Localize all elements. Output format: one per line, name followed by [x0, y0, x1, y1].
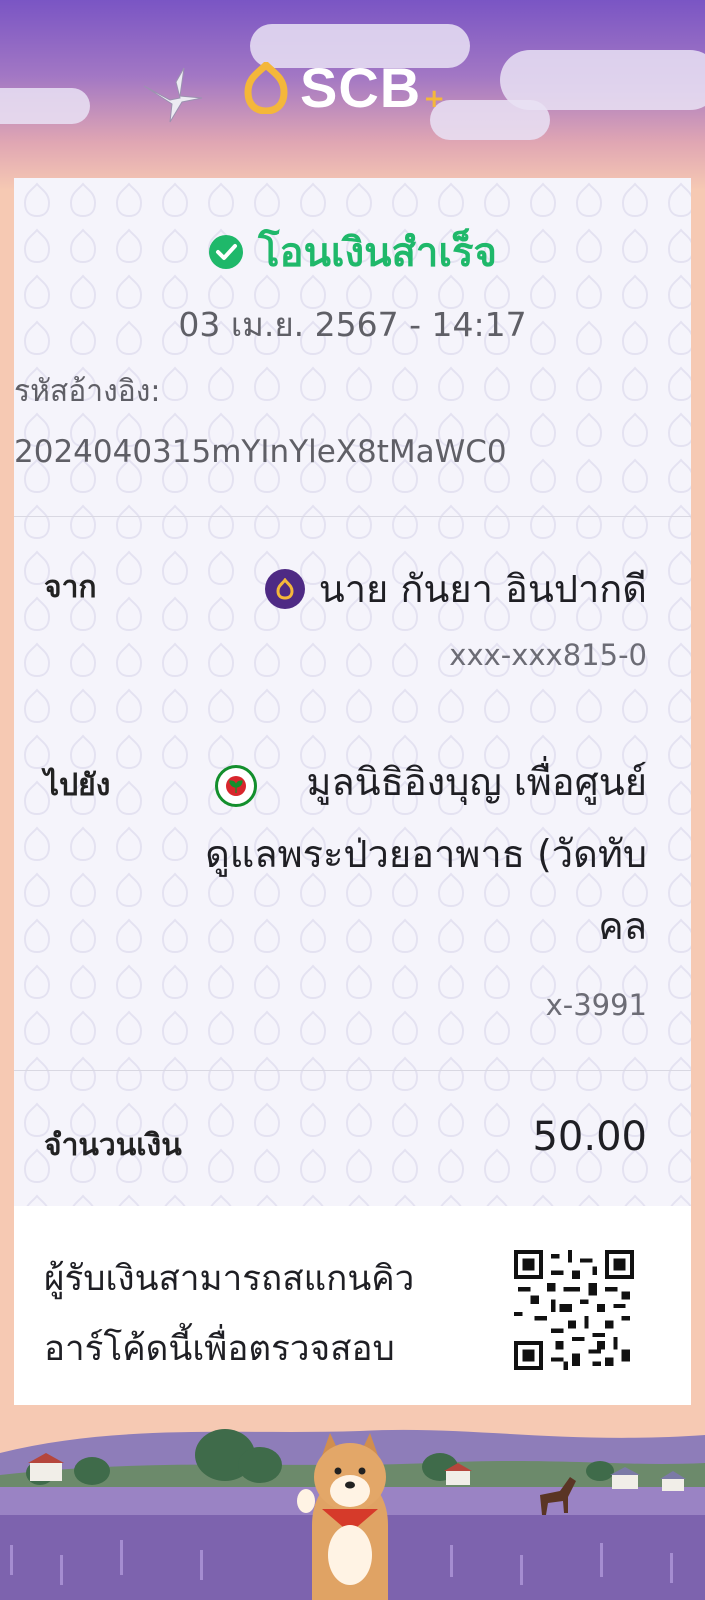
scb-bank-icon — [264, 568, 305, 609]
to-name-line: มูลนิธิอิงบุญ เพื่อศูนย์ — [306, 760, 647, 804]
from-account: xxx-xxx815-0 — [449, 638, 647, 672]
from-label: จาก — [44, 570, 97, 605]
transaction-datetime: 03 เม.ย. 2567 - 14:17 — [178, 305, 527, 344]
check-circle-icon — [209, 235, 244, 269]
amount-label: จำนวนเงิน — [44, 1128, 182, 1163]
scb-logo: SCB + — [240, 58, 445, 118]
divider — [14, 516, 691, 517]
lavender-field-illustration — [0, 1405, 705, 1600]
divider — [14, 1070, 691, 1071]
to-name-line: ดูแลพระป่วยอาพาธ (วัดทับ — [205, 832, 647, 876]
qr-instruction: ผู้รับเงินสามารถสแกนคิว อาร์โค้ดนี้เพื่อ… — [44, 1244, 414, 1384]
cloud-decoration — [0, 88, 90, 124]
to-account: x-3991 — [545, 988, 647, 1022]
reference-label: รหัสอ้างอิง: — [14, 374, 161, 409]
from-name-row: นาย กันยา อินปากดี — [264, 558, 647, 619]
qr-code[interactable] — [514, 1250, 634, 1370]
to-label: ไปยัง — [44, 768, 111, 803]
header-banner: SCB + — [0, 0, 705, 190]
to-name-line: คล — [598, 904, 647, 948]
amount-value: 50.00 — [532, 1114, 647, 1160]
receipt-card: โอนเงินสำเร็จ 03 เม.ย. 2567 - 14:17 รหัส… — [14, 178, 691, 1410]
status-text: โอนเงินสำเร็จ — [258, 230, 497, 276]
status-row: โอนเงินสำเร็จ — [14, 220, 691, 284]
scb-logo-icon — [244, 62, 288, 114]
brand-name: SCB — [300, 56, 422, 119]
scb-mark-icon — [276, 577, 294, 600]
bird-icon — [143, 67, 203, 123]
to-name: มูลนิธิอิงบุญ เพื่อศูนย์ ดูแลพระป่วยอาพา… — [205, 746, 647, 962]
qr-instruction-line: ผู้รับเงินสามารถสแกนคิว — [44, 1259, 415, 1299]
reference-value[interactable]: 2024040315mYInYleX8tMaWC0 — [14, 434, 507, 470]
brand-plus: + — [423, 84, 446, 114]
from-name: นาย กันยา อินปากดี — [318, 567, 647, 611]
qr-instruction-line: อาร์โค้ดนี้เพื่อตรวจสอบ — [44, 1329, 395, 1369]
cloud-decoration — [430, 100, 550, 140]
